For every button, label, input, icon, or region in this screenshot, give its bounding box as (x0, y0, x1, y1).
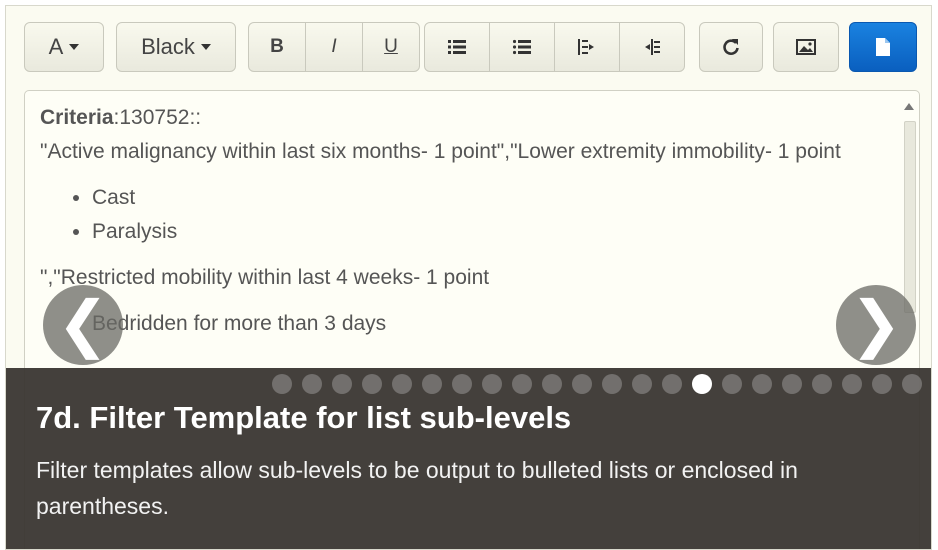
slide-dot[interactable] (602, 374, 622, 394)
refresh-icon (723, 39, 739, 55)
slide-dot[interactable] (452, 374, 472, 394)
bold-label: B (270, 36, 284, 57)
slide-dot[interactable] (722, 374, 742, 394)
criteria-label: Criteria (40, 106, 114, 129)
previous-slide-button[interactable]: ❮ (43, 285, 123, 365)
refresh-button[interactable] (699, 22, 763, 72)
italic-button[interactable]: I (305, 22, 363, 72)
text-color-label: Black (141, 34, 195, 59)
slide-dot[interactable] (512, 374, 532, 394)
chevron-down-icon (200, 44, 211, 50)
document-icon (876, 38, 890, 56)
outdent-button[interactable] (619, 22, 685, 72)
editor-content: Criteria:130752:: "Active malignancy wit… (40, 101, 880, 353)
slide-dot[interactable] (332, 374, 352, 394)
scroll-thumb[interactable] (904, 121, 916, 313)
ordered-list-button[interactable] (424, 22, 490, 72)
slideshow-frame: A Black B I U Criteria:130752:: "Active … (5, 5, 932, 550)
chevron-right-icon: ❯ (850, 290, 902, 359)
indent-button[interactable] (554, 22, 620, 72)
slide-dot[interactable] (632, 374, 652, 394)
next-slide-button[interactable]: ❯ (836, 285, 916, 365)
ordered-list-icon (448, 40, 466, 54)
slide-dot[interactable] (542, 374, 562, 394)
bold-button[interactable]: B (248, 22, 306, 72)
slide-title: 7d. Filter Template for list sub-levels (36, 400, 572, 435)
chevron-down-icon (69, 44, 80, 50)
outdent-icon (645, 39, 660, 55)
editor-line-2: "Active malignancy within last six month… (40, 140, 841, 163)
slide-indicator (272, 374, 922, 394)
slide-dot[interactable] (572, 374, 592, 394)
slide-dot[interactable] (662, 374, 682, 394)
slide-dot[interactable] (842, 374, 862, 394)
document-view-button[interactable] (849, 22, 917, 72)
underline-button[interactable]: U (362, 22, 420, 72)
slide-dot[interactable] (272, 374, 292, 394)
list-item: Bedridden for more than 3 days (92, 307, 880, 341)
slide-dot[interactable] (302, 374, 322, 394)
slide-dot[interactable] (752, 374, 772, 394)
list-item: Paralysis (92, 215, 880, 249)
bulleted-list: Cast Paralysis (40, 181, 880, 249)
slide-dot[interactable] (482, 374, 502, 394)
text-color-dropdown[interactable]: Black (116, 22, 236, 72)
slide-dot[interactable] (362, 374, 382, 394)
indent-icon (578, 39, 594, 55)
font-size-dropdown[interactable]: A (24, 22, 104, 72)
slide-dot[interactable] (872, 374, 892, 394)
editor-line-1: Criteria:130752:: (40, 101, 880, 135)
insert-image-button[interactable] (773, 22, 839, 72)
font-size-label: A (48, 34, 64, 59)
image-icon (796, 39, 816, 55)
slide-caption: 7d. Filter Template for list sub-levels … (6, 368, 931, 549)
slide-dot[interactable] (422, 374, 442, 394)
italic-label: I (331, 36, 337, 57)
slide-description: Filter templates allow sub-levels to be … (36, 457, 798, 519)
scroll-up-arrow-icon[interactable] (902, 99, 916, 113)
slide-dot[interactable] (692, 374, 712, 394)
slide-dot[interactable] (782, 374, 802, 394)
slide-dot[interactable] (902, 374, 922, 394)
slide-dot[interactable] (392, 374, 412, 394)
underline-label: U (384, 36, 398, 57)
bulleted-list-2: Bedridden for more than 3 days (40, 307, 880, 341)
editor-line-3: ","Restricted mobility within last 4 wee… (40, 266, 490, 289)
slide-dot[interactable] (812, 374, 832, 394)
bulleted-list-icon (513, 39, 531, 55)
bulleted-list-button[interactable] (489, 22, 555, 72)
list-item: Cast (92, 181, 880, 215)
chevron-left-icon: ❮ (57, 290, 109, 359)
criteria-id: :130752:: (113, 106, 202, 129)
